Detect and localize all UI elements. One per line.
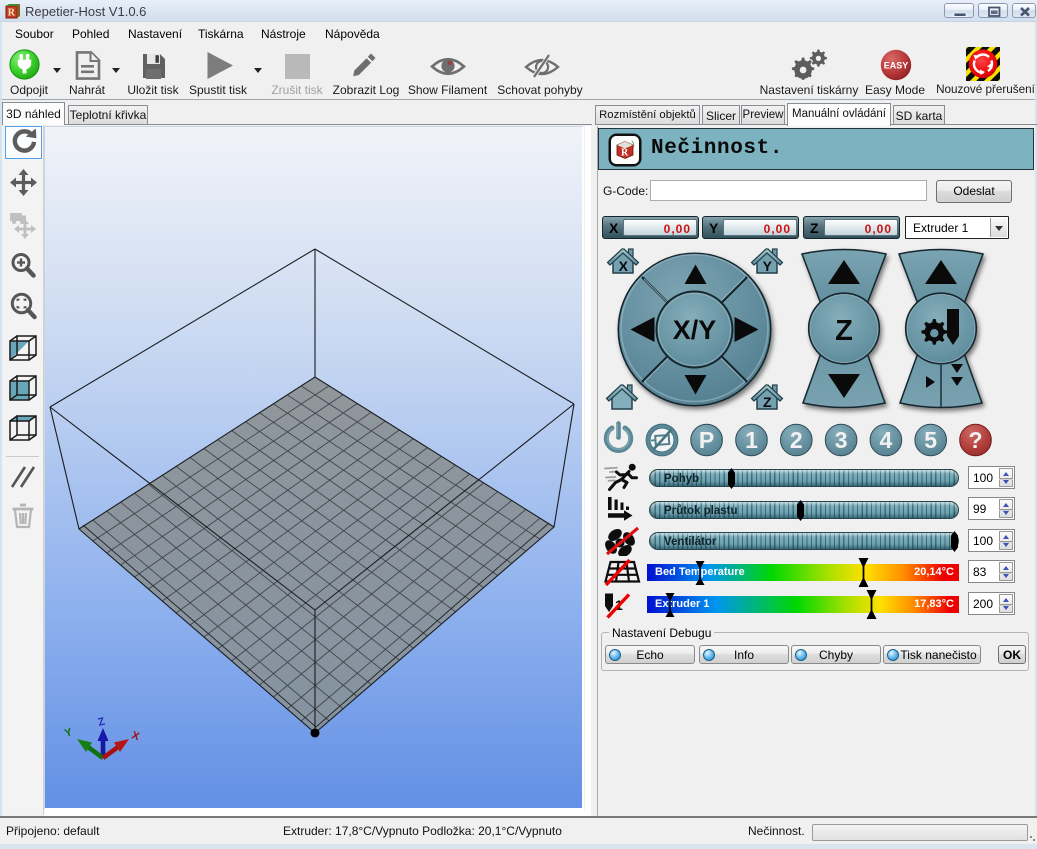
svg-text:?: ? — [968, 427, 982, 453]
svg-text:X: X — [619, 258, 629, 274]
svg-text:1: 1 — [745, 427, 758, 453]
svg-text:P: P — [699, 427, 714, 453]
svg-text:5: 5 — [924, 427, 937, 453]
svg-text:R: R — [8, 8, 16, 19]
svg-text:Z: Z — [835, 315, 853, 347]
svg-text:2: 2 — [790, 427, 803, 453]
svg-text:Y: Y — [763, 258, 773, 274]
svg-text:4: 4 — [880, 427, 893, 453]
svg-text:3: 3 — [835, 427, 848, 453]
svg-text:EASY: EASY — [884, 61, 909, 71]
svg-text:R: R — [621, 148, 629, 159]
svg-text:Z: Z — [97, 715, 107, 728]
svg-text:X: X — [130, 729, 141, 743]
svg-text:X/Y: X/Y — [673, 315, 717, 345]
svg-text:Y: Y — [63, 726, 74, 740]
svg-text:Z: Z — [763, 394, 772, 410]
